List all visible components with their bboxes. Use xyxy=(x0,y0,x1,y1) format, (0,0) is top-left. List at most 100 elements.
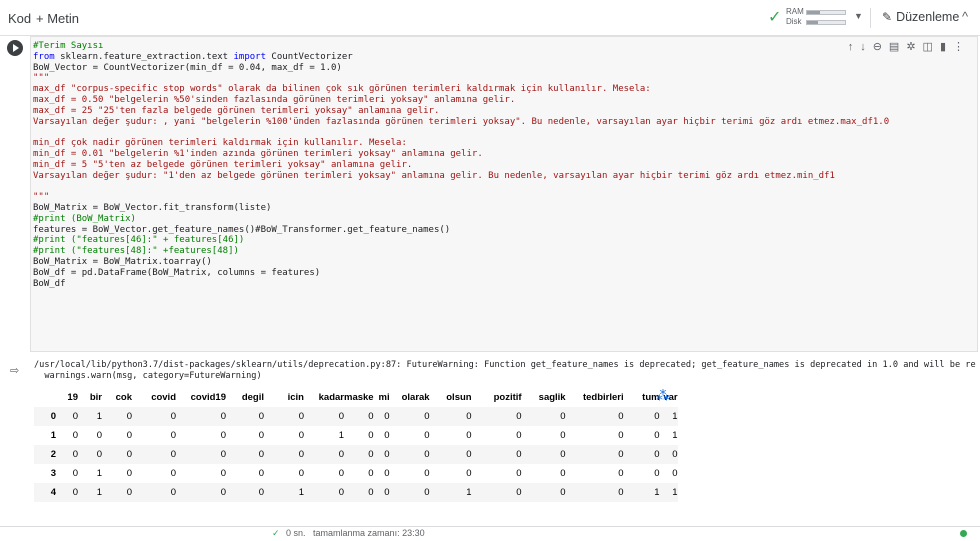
dataframe-table: 19 bir cok covid covid19 degil icin kadar maske m… xyxy=(34,388,678,502)
code-line: max_df = 0.50 "belgelerin %50'sinden faz… xyxy=(33,94,516,105)
mirror-cell-icon[interactable]: ◫ xyxy=(923,41,940,53)
table-cell: 0 xyxy=(338,487,344,498)
row-index: 0 xyxy=(50,411,56,422)
table-cell: 0 xyxy=(560,430,566,441)
table-row: 401000010000100011 xyxy=(34,483,678,502)
table-cell: 0 xyxy=(516,468,522,479)
delete-icon[interactable]: ▮ xyxy=(940,41,953,53)
table-cell: 0 xyxy=(654,468,660,479)
table-cell: 0 xyxy=(368,411,374,422)
column-header: maske xyxy=(344,392,374,403)
code-line: from sklearn.feature_extraction.text imp… xyxy=(33,51,353,62)
table-cell: 0 xyxy=(672,468,678,479)
column-header: bir xyxy=(89,392,102,403)
column-header: olarak xyxy=(401,392,430,403)
column-header: degil xyxy=(241,392,264,403)
column-header: kadar xyxy=(318,392,344,403)
table-cell: 0 xyxy=(424,430,430,441)
code-line: min_df = 0.01 "belgelerin %1'inden azınd… xyxy=(33,148,483,159)
table-cell: 0 xyxy=(258,487,264,498)
code-line: #print ("features[48]:" +features[48]) xyxy=(33,246,239,257)
more-options-icon[interactable]: ⋮ xyxy=(953,41,971,53)
index-header xyxy=(34,388,56,407)
row-index: 2 xyxy=(50,449,56,460)
output-actions-icon[interactable]: ⇨ xyxy=(10,364,19,377)
magic-wand-icon[interactable]: ⁂ xyxy=(656,387,670,404)
column-header: 19 xyxy=(67,392,78,403)
settings-icon[interactable]: ✲ xyxy=(906,41,922,53)
connected-check-icon: ✓ xyxy=(768,9,782,26)
warning-text: /usr/local/lib/python3.7/dist-packages/s… xyxy=(34,360,980,381)
table-cell: 0 xyxy=(384,430,390,441)
table-cell: 0 xyxy=(258,449,264,460)
table-header-row: 19 bir cok covid covid19 degil icin kadar maske m… xyxy=(34,388,677,407)
ram-label: RAM xyxy=(786,7,804,16)
table-cell: 0 xyxy=(258,411,264,422)
table-cell: 0 xyxy=(258,430,264,441)
table-cell: 0 xyxy=(96,430,102,441)
code-line: BoW_df xyxy=(33,278,66,289)
add-code-button[interactable]: Kod xyxy=(8,11,31,26)
table-cell: 0 xyxy=(424,487,430,498)
code-cell: ↑↓⊖▤✲◫▮⋮ #Terim Sayısı from sklearn.featu… xyxy=(0,36,980,352)
warning-line: /usr/local/lib/python3.7/dist-packages/s… xyxy=(34,360,976,370)
table-cell: 0 xyxy=(516,411,522,422)
table-cell: 1 xyxy=(672,411,678,422)
table-cell: 0 xyxy=(170,487,176,498)
ram-usage-fill xyxy=(807,11,821,14)
completion-time-text: tamamlanma zamanı: 23:30 xyxy=(313,528,425,538)
table-cell: 0 xyxy=(126,468,132,479)
table-cell: 1 xyxy=(466,487,472,498)
table-cell: 0 xyxy=(170,449,176,460)
collapse-toolbar-icon[interactable]: ^ xyxy=(962,9,968,24)
resource-monitor[interactable]: ✓ RAM Disk ▼ xyxy=(768,5,864,31)
code-text[interactable]: #Terim Sayısı from sklearn.feature_extrac… xyxy=(33,41,889,289)
column-header: mi xyxy=(378,392,390,403)
table-cell: 0 xyxy=(654,411,660,422)
table-cell: 0 xyxy=(338,468,344,479)
table-cell: 0 xyxy=(220,449,226,460)
table-cell: 0 xyxy=(170,411,176,422)
row-index: 3 xyxy=(50,468,56,479)
table-cell: 0 xyxy=(126,449,132,460)
code-line: BoW_Matrix = BoW_Vector.fit_transform(li… xyxy=(33,202,272,213)
code-editor[interactable]: ↑↓⊖▤✲◫▮⋮ #Terim Sayısı from sklearn.featu… xyxy=(30,36,978,352)
editing-mode-button[interactable]: ✎ Düzenleme xyxy=(882,10,959,24)
table-cell: 0 xyxy=(560,468,566,479)
table-cell: 0 xyxy=(368,430,374,441)
run-cell-button[interactable] xyxy=(7,40,23,56)
cell-output: ⇨ /usr/local/lib/python3.7/dist-packages… xyxy=(0,356,980,526)
ram-usage-bar xyxy=(806,10,846,15)
table-cell: 1 xyxy=(96,411,102,422)
table-cell: 0 xyxy=(72,487,78,498)
disk-usage-bar xyxy=(806,20,846,25)
chevron-down-icon[interactable]: ▼ xyxy=(854,11,863,21)
table-cell: 0 xyxy=(384,411,390,422)
table-cell: 0 xyxy=(384,449,390,460)
table-row: 200000000000000000 xyxy=(34,445,678,464)
table-cell: 0 xyxy=(298,411,304,422)
table-cell: 0 xyxy=(424,468,430,479)
table-cell: 0 xyxy=(298,449,304,460)
add-text-button[interactable]: + Metin xyxy=(36,11,79,26)
table-cell: 1 xyxy=(298,487,304,498)
code-line: Varsayılan değer şudur: "1'den az belged… xyxy=(33,170,835,181)
comment-icon[interactable]: ▤ xyxy=(889,41,906,53)
table-cell: 0 xyxy=(220,430,226,441)
column-header: pozitif xyxy=(493,392,522,403)
table-cell: 0 xyxy=(298,468,304,479)
table-cell: 0 xyxy=(126,487,132,498)
table-row: 001000000000000001 xyxy=(34,407,678,426)
column-header: olsun xyxy=(446,392,472,403)
code-line: """ xyxy=(33,192,50,203)
column-header: cok xyxy=(115,392,132,403)
row-index: 1 xyxy=(50,430,56,441)
table-cell: 0 xyxy=(672,449,678,460)
code-line: max_df "corpus-specific stop words" olar… xyxy=(33,84,651,95)
table-cell: 0 xyxy=(368,468,374,479)
table-cell: 0 xyxy=(170,468,176,479)
table-cell: 0 xyxy=(466,468,472,479)
code-line: BoW_Matrix = BoW_Matrix.toarray() xyxy=(33,256,212,267)
code-line: max_df = 25 "25'ten fazla belgede görüne… xyxy=(33,105,440,116)
